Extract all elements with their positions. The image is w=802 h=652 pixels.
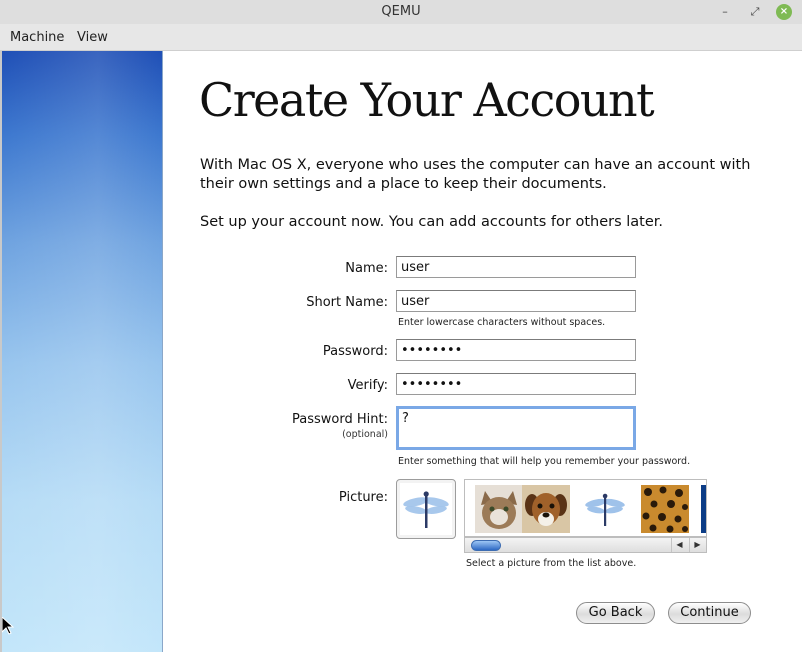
page-title: Create Your Account bbox=[199, 73, 655, 127]
menubar: Machine View bbox=[0, 24, 802, 51]
mouse-pointer-icon bbox=[2, 617, 14, 635]
selected-picture[interactable] bbox=[396, 479, 456, 539]
close-button[interactable]: × bbox=[776, 4, 792, 20]
minimize-button[interactable]: – bbox=[716, 3, 734, 21]
short-name-note: Enter lowercase characters without space… bbox=[398, 317, 606, 328]
window-title: QEMU bbox=[381, 4, 421, 19]
window-titlebar: QEMU – ⤢ × bbox=[0, 0, 802, 24]
picture-note: Select a picture from the list above. bbox=[466, 558, 637, 569]
password-label: Password: bbox=[322, 344, 388, 359]
leopard-picture-icon[interactable] bbox=[641, 485, 689, 533]
scroll-thumb[interactable] bbox=[471, 540, 501, 551]
intro-text: With Mac OS X, everyone who uses the com… bbox=[200, 157, 751, 192]
go-back-button[interactable]: Go Back bbox=[576, 602, 655, 624]
sidebar-gradient-panel bbox=[2, 51, 162, 652]
password-field[interactable]: •••••••• bbox=[396, 339, 636, 361]
short-name-field[interactable]: user bbox=[396, 290, 636, 312]
name-field[interactable]: user bbox=[396, 256, 636, 278]
name-label: Name: bbox=[345, 261, 388, 276]
verify-field[interactable]: •••••••• bbox=[396, 373, 636, 395]
menu-machine[interactable]: Machine bbox=[10, 30, 64, 45]
guest-screen: Create Your Account With Mac OS X, every… bbox=[0, 51, 802, 652]
password-hint-note: Enter something that will help you remem… bbox=[398, 456, 691, 467]
password-hint-label: Password Hint: bbox=[292, 412, 388, 427]
menu-view[interactable]: View bbox=[77, 30, 108, 45]
scroll-left-arrow-icon[interactable]: ◀ bbox=[671, 538, 687, 552]
picture-list[interactable] bbox=[464, 479, 707, 537]
maximize-button[interactable]: ⤢ bbox=[746, 3, 764, 21]
instruction-text: Set up your account now. You can add acc… bbox=[200, 214, 664, 230]
blue-picture-icon[interactable] bbox=[701, 485, 707, 533]
cat-picture-icon[interactable] bbox=[475, 485, 523, 533]
scroll-right-arrow-icon[interactable]: ▶ bbox=[689, 538, 705, 552]
password-hint-optional: (optional) bbox=[342, 429, 388, 440]
password-hint-field[interactable]: ? bbox=[396, 406, 636, 450]
picture-scrollbar[interactable]: ◀ ▶ bbox=[464, 537, 707, 553]
picture-label: Picture: bbox=[338, 490, 388, 505]
dragonfly-picture-icon bbox=[400, 483, 452, 535]
continue-button[interactable]: Continue bbox=[668, 602, 751, 624]
dragonfly-option-icon[interactable] bbox=[581, 485, 629, 533]
verify-label: Verify: bbox=[347, 378, 388, 393]
panel-divider bbox=[162, 51, 163, 652]
short-name-label: Short Name: bbox=[306, 295, 388, 310]
puppy-picture-icon[interactable] bbox=[522, 485, 570, 533]
